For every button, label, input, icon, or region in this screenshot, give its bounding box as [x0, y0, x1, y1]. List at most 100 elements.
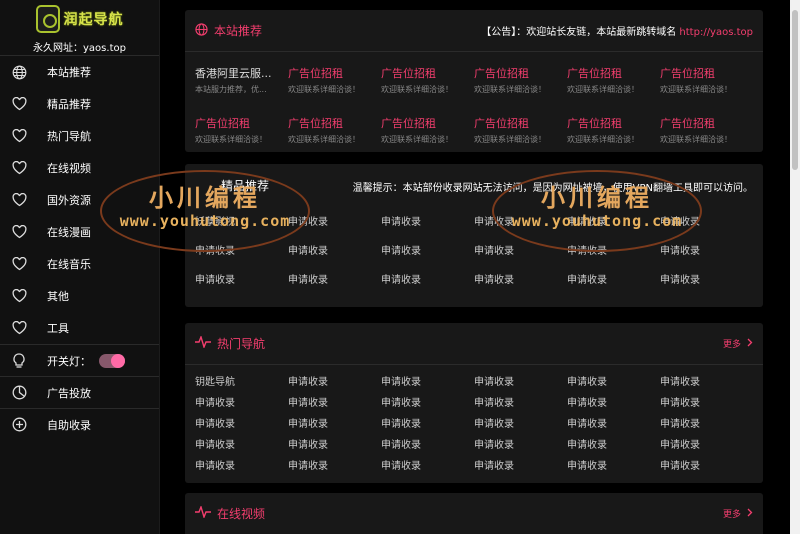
plus-circle-icon [10, 416, 28, 434]
more-link[interactable]: 更多 [723, 337, 753, 350]
site-link[interactable]: 申请收录 [381, 457, 474, 472]
site-link[interactable]: 申请收录 [567, 415, 660, 430]
site-link[interactable]: 申请收录 [660, 394, 753, 409]
site-link[interactable]: 申请收录 [195, 457, 288, 472]
ad-slot[interactable]: 广告位招租 欢迎联系详细洽谈！ [288, 63, 381, 97]
ad-slot[interactable]: 广告位招租 欢迎联系详细洽谈！ [288, 113, 381, 147]
heart-icon [10, 287, 28, 305]
site-link[interactable]: 申请收录 [381, 373, 474, 388]
ad-slot[interactable]: 广告位招租 欢迎联系详细洽谈！ [660, 63, 753, 97]
sidebar-item-label: 在线漫画 [47, 226, 91, 239]
site-link[interactable]: 申请收录 [288, 271, 381, 286]
sidebar-item-label: 广告投放 [47, 386, 91, 400]
site-link[interactable]: 申请收录 [195, 436, 288, 451]
site-link[interactable]: 申请收录 [381, 242, 474, 257]
site-link[interactable]: 申请收录 [567, 436, 660, 451]
site-link[interactable]: 申请收录 [474, 394, 567, 409]
sidebar-item-8[interactable]: 工具 [0, 312, 159, 344]
site-link[interactable]: 申请收录 [474, 373, 567, 388]
light-toggle-switch[interactable] [99, 353, 125, 368]
sidebar-item-label: 热门导航 [47, 130, 91, 143]
sidebar-item-0[interactable]: 本站推荐 [0, 56, 159, 88]
section-header: 热门导航 更多 [185, 323, 763, 365]
ad-slot[interactable]: 广告位招租 欢迎联系详细洽谈！ [474, 63, 567, 97]
site-link[interactable]: 申请收录 [288, 436, 381, 451]
sidebar: 润起导航 永久网址：yaos.top 本站推荐 精品推荐 热门导航 在线视频 国外资源在… [0, 0, 160, 534]
watermark-left: 小川编程 www.youhutong.com [100, 170, 310, 252]
logo-text: 润起导航 [63, 12, 124, 28]
site-link[interactable]: 申请收录 [381, 394, 474, 409]
site-link[interactable]: 申请收录 [195, 271, 288, 286]
watermark-title: 小川编程 [149, 183, 261, 212]
scrollbar-thumb[interactable] [792, 10, 798, 170]
sidebar-item-7[interactable]: 其他 [0, 280, 159, 312]
ad-slot[interactable]: 广告位招租 欢迎联系详细洽谈！ [567, 63, 660, 97]
ad-slot[interactable]: 广告位招租 欢迎联系详细洽谈！ [474, 113, 567, 147]
section-header: 在线视频 更多 [185, 493, 763, 534]
link-row: 申请收录 申请收录 申请收录 申请收录 申请收录 申请收录 [185, 391, 763, 412]
sidebar-item-6[interactable]: 在线音乐 [0, 248, 159, 280]
site-name: 广告位招租 [474, 117, 529, 130]
ad-slot[interactable]: 广告位招租 欢迎联系详细洽谈！ [195, 113, 288, 147]
pie-chart-icon [10, 384, 28, 402]
site-link[interactable]: 申请收录 [567, 394, 660, 409]
site-link[interactable]: 申请收录 [288, 457, 381, 472]
recommend-row: 广告位招租 欢迎联系详细洽谈！ 广告位招租 欢迎联系详细洽谈！ 广告位招租 欢迎联系详细洽… [185, 113, 763, 147]
site-link[interactable]: 申请收录 [381, 213, 474, 228]
section-title: 热门导航 [217, 337, 266, 351]
site-desc: 欢迎联系详细洽谈！ [567, 135, 639, 144]
site-link[interactable]: 申请收录 [381, 271, 474, 286]
site-link[interactable]: 钥匙导航 [195, 373, 288, 388]
ad-slot[interactable]: 广告位招租 欢迎联系详细洽谈！ [660, 113, 753, 147]
site-link[interactable]: 申请收录 [288, 373, 381, 388]
site-link[interactable]: 申请收录 [660, 457, 753, 472]
site-link[interactable]: 申请收录 [474, 457, 567, 472]
logo-area[interactable]: 润起导航 永久网址：yaos.top [0, 0, 159, 56]
site-link[interactable]: 申请收录 [660, 436, 753, 451]
site-card[interactable]: 香港阿里云服... 本站服力推荐，优... [195, 63, 288, 97]
site-link[interactable]: 申请收录 [381, 436, 474, 451]
heart-icon [10, 223, 28, 241]
site-link[interactable]: 申请收录 [195, 394, 288, 409]
sidebar-item-submit[interactable]: 自助收录 [0, 408, 159, 440]
scrollbar[interactable] [790, 0, 800, 534]
heart-icon [10, 319, 28, 337]
ad-slot[interactable]: 广告位招租 欢迎联系详细洽谈！ [567, 113, 660, 147]
site-link[interactable]: 申请收录 [567, 271, 660, 286]
ad-slot[interactable]: 广告位招租 欢迎联系详细洽谈！ [381, 113, 474, 147]
hot-grid: 钥匙导航 申请收录 申请收录 申请收录 申请收录 申请收录 申请收录 申请收录 申请收录 申请收录… [185, 365, 763, 475]
site-link[interactable]: 申请收录 [660, 415, 753, 430]
site-link[interactable]: 申请收录 [195, 415, 288, 430]
heart-icon [10, 95, 28, 113]
section-recommend: 本站推荐 【公告】：欢迎站长友链，本站最新跳转域名 http://yaos.to… [185, 10, 763, 152]
sidebar-item-1[interactable]: 精品推荐 [0, 88, 159, 120]
recommend-row: 香港阿里云服... 本站服力推荐，优... 广告位招租 欢迎联系详细洽谈！ 广告位招租欢… [185, 63, 763, 97]
site-link[interactable]: 申请收录 [567, 373, 660, 388]
site-desc: 欢迎联系详细洽谈！ [567, 85, 639, 94]
sidebar-item-ad[interactable]: 广告投放 [0, 376, 159, 408]
site-link[interactable]: 申请收录 [288, 242, 381, 257]
link-row: 申请收录 申请收录 申请收录 申请收录 申请收录 申请收录 [185, 412, 763, 433]
sidebar-item-label: 自助收录 [47, 418, 91, 432]
site-link[interactable]: 申请收录 [288, 394, 381, 409]
pulse-icon [195, 334, 211, 351]
ad-slot[interactable]: 广告位招租 欢迎联系详细洽谈！ [381, 63, 474, 97]
site-link[interactable]: 申请收录 [660, 271, 753, 286]
site-link[interactable]: 申请收录 [474, 415, 567, 430]
site-link[interactable]: 申请收录 [381, 415, 474, 430]
more-link[interactable]: 更多 [723, 507, 753, 520]
more-label: 更多 [722, 340, 741, 350]
logo: 润起导航 [35, 4, 124, 34]
site-link[interactable]: 申请收录 [474, 436, 567, 451]
site-link[interactable]: 申请收录 [567, 457, 660, 472]
announcement-link[interactable]: http://yaos.top [679, 27, 753, 38]
site-link[interactable]: 申请收录 [288, 415, 381, 430]
heart-icon [10, 159, 28, 177]
site-link[interactable]: 申请收录 [474, 271, 567, 286]
site-desc: 欢迎联系详细洽谈！ [288, 85, 360, 94]
site-link[interactable]: 申请收录 [660, 242, 753, 257]
watermark-title: 小川编程 [541, 183, 653, 212]
site-link[interactable]: 申请收录 [660, 373, 753, 388]
sidebar-item-2[interactable]: 热门导航 [0, 120, 159, 152]
light-toggle-row[interactable]: 开关灯： [0, 344, 159, 376]
